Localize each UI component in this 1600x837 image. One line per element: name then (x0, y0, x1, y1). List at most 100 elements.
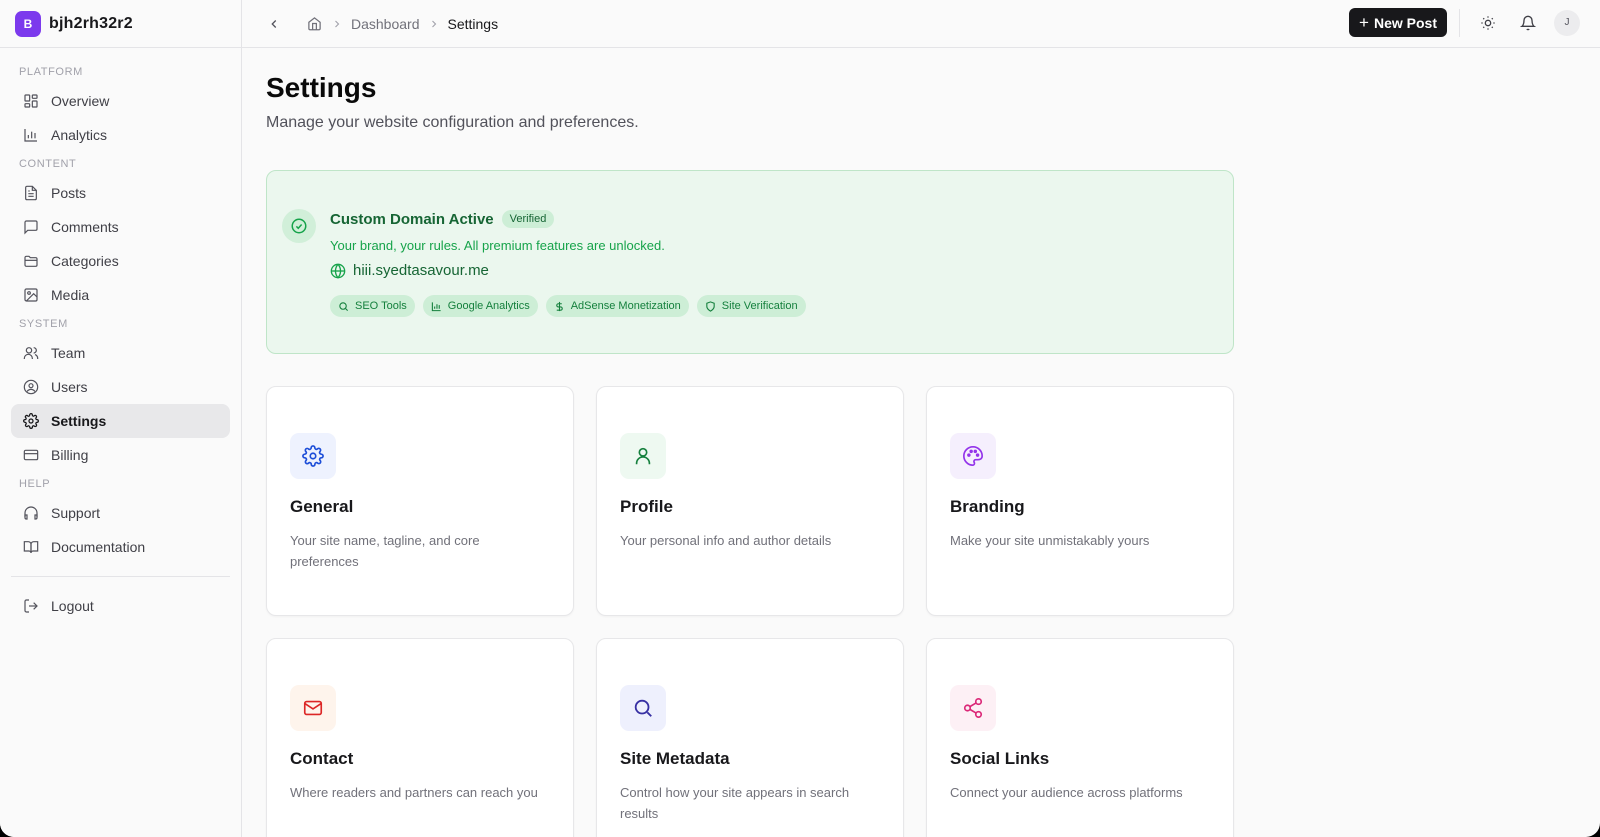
new-post-label: New Post (1373, 14, 1437, 31)
card-description: Your personal info and author details (620, 533, 832, 548)
sidebar-item-label: Media (51, 287, 90, 303)
sidebar-item-overview[interactable]: Overview (11, 84, 230, 118)
brand[interactable]: B bjh2rh32r2 (0, 0, 241, 48)
sidebar-item-label: Users (51, 379, 88, 395)
sidebar-item-analytics[interactable]: Analytics (11, 118, 230, 152)
avatar[interactable]: J (1554, 9, 1580, 36)
sidebar-item-support[interactable]: Support (11, 496, 230, 530)
sidebar-item-team[interactable]: Team (11, 336, 230, 370)
sidebar-nav: PLATFORM Overview Analytics CONTENT Post… (0, 48, 241, 623)
settings-card-general[interactable]: General Your site name, tagline, and cor… (266, 386, 574, 616)
home-button[interactable] (305, 15, 323, 33)
settings-card-site-metadata[interactable]: Site Metadata Control how your site appe… (596, 638, 904, 837)
verified-badge: Verified (501, 210, 555, 228)
sidebar-item-settings[interactable]: Settings (11, 404, 230, 438)
users-icon (23, 345, 39, 361)
grid-icon (23, 93, 39, 109)
new-post-button[interactable]: + New Post (1349, 8, 1447, 37)
domain-url-link[interactable]: hiii.syedtasavour.me (353, 262, 489, 279)
gear-icon (290, 433, 336, 479)
bell-icon (1520, 15, 1536, 30)
sidebar-item-users[interactable]: Users (11, 370, 230, 404)
home-icon (307, 17, 321, 31)
sidebar-item-media[interactable]: Media (11, 278, 230, 312)
gear-icon (23, 413, 39, 429)
topbar-divider (1459, 8, 1460, 37)
feature-tags: SEO Tools Google Analytics AdSense Monet… (330, 295, 814, 317)
topbar-actions: + New Post J (1349, 8, 1580, 37)
user-icon (620, 433, 666, 479)
mail-icon (290, 685, 336, 731)
settings-card-contact[interactable]: Contact Where readers and partners can r… (266, 638, 574, 837)
domain-title-row: Custom Domain Active Verified (330, 210, 555, 228)
settings-card-social-links[interactable]: Social Links Connect your audience acros… (926, 638, 1234, 837)
card-description: Control how your site appears in search … (620, 785, 850, 821)
breadcrumb-dashboard[interactable]: Dashboard (351, 16, 420, 32)
credit-card-icon (23, 447, 39, 463)
feature-tag-label: Google Analytics (447, 300, 530, 312)
page-title: Settings (266, 72, 377, 103)
feature-tag-seo: SEO Tools (330, 295, 415, 317)
image-icon (23, 287, 39, 303)
headphones-icon (23, 505, 39, 521)
card-description: Your site name, tagline, and core prefer… (290, 533, 480, 569)
theme-toggle-button[interactable] (1474, 9, 1502, 37)
sidebar-item-posts[interactable]: Posts (11, 176, 230, 210)
card-description: Make your site unmistakably yours (950, 533, 1150, 548)
shield-icon (705, 300, 716, 312)
search-icon (338, 301, 349, 312)
card-title: Profile (620, 497, 673, 516)
back-button[interactable] (265, 15, 283, 33)
logout-label: Logout (51, 598, 94, 614)
palette-icon (950, 433, 996, 479)
settings-card-branding[interactable]: Branding Make your site unmistakably you… (926, 386, 1234, 616)
chevron-right-icon (331, 18, 343, 30)
sidebar-item-comments[interactable]: Comments (11, 210, 230, 244)
sidebar-item-label: Analytics (51, 127, 108, 143)
nav-section-label: PLATFORM (19, 66, 83, 78)
feature-tag-label: SEO Tools (355, 300, 407, 312)
nav-section-label: CONTENT (19, 158, 77, 170)
card-title: General (290, 497, 354, 516)
app-window: B bjh2rh32r2 PLATFORM Overview Analytics… (0, 0, 1600, 837)
domain-url-row: hiii.syedtasavour.me (330, 262, 489, 279)
topbar: Dashboard Settings + New Post J (242, 0, 1600, 48)
logout-button[interactable]: Logout (11, 589, 230, 623)
feature-tag-label: Site Verification (721, 300, 798, 312)
brand-name: bjh2rh32r2 (49, 14, 133, 32)
domain-title: Custom Domain Active (330, 210, 494, 228)
card-description: Connect your audience across platforms (950, 785, 1183, 800)
chevron-right-icon (428, 18, 440, 30)
check-circle-icon (282, 209, 316, 243)
page-subtitle: Manage your website configuration and pr… (266, 114, 639, 131)
feature-tag-analytics: Google Analytics (422, 295, 538, 317)
settings-card-profile[interactable]: Profile Your personal info and author de… (596, 386, 904, 616)
message-square-icon (23, 219, 39, 235)
sidebar-item-label: Comments (51, 219, 119, 235)
custom-domain-card: Custom Domain Active Verified Your brand… (266, 170, 1234, 354)
sidebar-item-label: Posts (51, 185, 87, 201)
book-icon (23, 539, 39, 555)
card-title: Social Links (950, 749, 1050, 768)
bar-chart-icon (23, 127, 39, 143)
feature-tag-label: AdSense Monetization (570, 300, 681, 312)
chevron-left-icon (271, 19, 277, 28)
notifications-button[interactable] (1514, 9, 1542, 37)
feature-tag-verification: Site Verification (696, 295, 806, 317)
globe-icon (330, 263, 346, 279)
sidebar-item-label: Settings (51, 413, 107, 429)
nav-section-label: HELP (19, 478, 51, 490)
sidebar-item-label: Billing (51, 447, 89, 463)
breadcrumb-current: Settings (447, 15, 499, 32)
sidebar-item-billing[interactable]: Billing (11, 438, 230, 472)
sidebar-divider (11, 576, 230, 577)
sidebar-item-label: Documentation (51, 539, 146, 555)
plus-icon: + (1359, 12, 1369, 32)
sidebar-item-documentation[interactable]: Documentation (11, 530, 230, 564)
feature-tag-adsense: AdSense Monetization (545, 295, 689, 317)
sidebar: B bjh2rh32r2 PLATFORM Overview Analytics… (0, 0, 242, 837)
search-icon (620, 685, 666, 731)
card-title: Branding (950, 497, 1025, 516)
sidebar-item-categories[interactable]: Categories (11, 244, 230, 278)
main-content: Settings Manage your website configurati… (266, 48, 1236, 837)
